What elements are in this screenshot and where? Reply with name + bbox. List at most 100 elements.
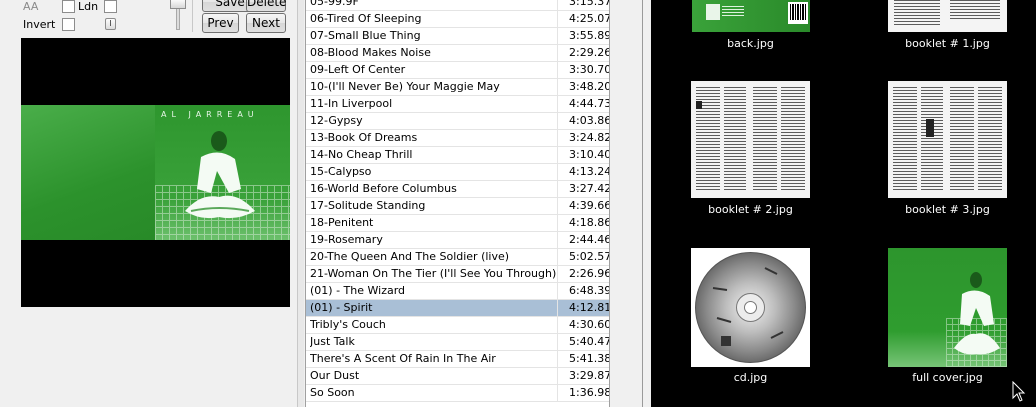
aa-checkbox[interactable]: [62, 0, 75, 13]
ldn-label: Ldn: [78, 0, 99, 13]
cover-art-title: AL JARREAU: [161, 110, 259, 119]
seated-figure-art: [185, 131, 255, 219]
track-duration: 3:10.40: [569, 148, 609, 161]
thumb-caption: cd.jpg: [733, 371, 768, 384]
cover-preview: AL JARREAU: [21, 38, 290, 307]
track-duration: 4:30.60: [569, 318, 609, 331]
track-row[interactable]: 13-Book Of Dreams 3:24.82: [306, 130, 609, 147]
track-duration: 2:26.96: [569, 267, 609, 280]
track-name: 14-No Cheap Thrill: [310, 147, 558, 163]
track-name: There's A Scent Of Rain In The Air: [310, 351, 558, 367]
aa-label: AA: [23, 0, 39, 13]
track-row[interactable]: 18-Penitent 4:18.86: [306, 215, 609, 232]
track-duration: 4:39.66: [569, 199, 609, 212]
ldn-checkbox[interactable]: [104, 0, 117, 13]
divider: [192, 0, 193, 32]
thumb-caption: full cover.jpg: [912, 371, 983, 384]
track-name: 08-Blood Makes Noise: [310, 45, 558, 61]
track-name: (01) - Spirit: [310, 300, 558, 316]
info-button[interactable]: I: [105, 18, 116, 30]
track-row[interactable]: Our Dust 3:29.87: [306, 368, 609, 385]
track-row[interactable]: 14-No Cheap Thrill 3:10.40: [306, 147, 609, 164]
track-row[interactable]: (01) - The Wizard 6:48.39: [306, 283, 609, 300]
track-row[interactable]: 17-Solitude Standing 4:39.66: [306, 198, 609, 215]
track-name: 18-Penitent: [310, 215, 558, 231]
track-duration: 2:29.26: [569, 46, 609, 59]
track-row[interactable]: 09-Left Of Center 3:30.70: [306, 62, 609, 79]
track-row[interactable]: 19-Rosemary 2:44.46: [306, 232, 609, 249]
track-duration: 3:30.70: [569, 63, 609, 76]
thumb-caption: booklet # 1.jpg: [905, 37, 990, 50]
track-row-selected[interactable]: (01) - Spirit 4:12.81: [306, 300, 609, 317]
panel-splitter[interactable]: [297, 0, 304, 407]
track-duration: 3:55.89: [569, 29, 609, 42]
track-name: Just Talk: [310, 334, 558, 350]
delete-button[interactable]: Delete: [246, 0, 286, 12]
track-name: 12-Gypsy: [310, 113, 558, 129]
invert-label: Invert: [23, 18, 56, 31]
prev-button[interactable]: Prev: [202, 13, 239, 33]
track-name: 20-The Queen And The Soldier (live): [310, 249, 558, 265]
booklet-3-image: [888, 81, 1007, 198]
track-row[interactable]: So Soon 1:36.98: [306, 385, 609, 402]
track-duration: 4:25.07: [569, 12, 609, 25]
track-name: 16-World Before Columbus: [310, 181, 558, 197]
track-row[interactable]: 15-Calypso 4:13.24: [306, 164, 609, 181]
splitter-gap: [609, 0, 651, 407]
track-duration: 4:18.86: [569, 216, 609, 229]
size-slider-thumb[interactable]: [170, 0, 186, 9]
track-duration: 3:24.82: [569, 131, 609, 144]
track-row[interactable]: 06-Tired Of Sleeping 4:25.07: [306, 11, 609, 28]
track-name: 19-Rosemary: [310, 232, 558, 248]
full-cover-image: [888, 248, 1007, 367]
track-name: 13-Book Of Dreams: [310, 130, 558, 146]
album-cover-image: AL JARREAU: [21, 105, 290, 240]
track-duration: 4:03.86: [569, 114, 609, 127]
track-duration: 3:48.20: [569, 80, 609, 93]
track-duration: 3:15.37: [569, 0, 609, 8]
track-row[interactable]: There's A Scent Of Rain In The Air 5:41.3…: [306, 351, 609, 368]
track-row[interactable]: 16-World Before Columbus 3:27.42: [306, 181, 609, 198]
thumb-caption: booklet # 2.jpg: [708, 203, 793, 216]
track-duration: 4:12.81: [569, 301, 609, 314]
track-list[interactable]: 05-99.9F 3:15.37 06-Tired Of Sleeping 4:25.…: [305, 0, 609, 407]
disc-icon: [695, 252, 806, 363]
track-row[interactable]: 07-Small Blue Thing 3:55.89: [306, 28, 609, 45]
track-name: 09-Left Of Center: [310, 62, 558, 78]
track-name: Tribly's Couch: [310, 317, 558, 333]
track-name: (01) - The Wizard: [310, 283, 558, 299]
full-cover-figure: [954, 272, 1000, 355]
track-row[interactable]: 05-99.9F 3:15.37: [306, 0, 609, 11]
track-duration: 2:44.46: [569, 233, 609, 246]
track-row[interactable]: Just Talk 5:40.47: [306, 334, 609, 351]
track-name: 07-Small Blue Thing: [310, 28, 558, 44]
track-name: 05-99.9F: [310, 0, 558, 10]
track-name: 17-Solitude Standing: [310, 198, 558, 214]
cd-image: [691, 248, 810, 367]
track-row[interactable]: 10-(I'll Never Be) Your Maggie May 3:48.2…: [306, 79, 609, 96]
booklet-2-image: [691, 81, 810, 198]
booklet-1-image: [888, 0, 1007, 32]
track-row[interactable]: Tribly's Couch 4:30.60: [306, 317, 609, 334]
track-row[interactable]: 12-Gypsy 4:03.86: [306, 113, 609, 130]
thumb-caption: booklet # 3.jpg: [905, 203, 990, 216]
track-name: 15-Calypso: [310, 164, 558, 180]
invert-checkbox[interactable]: [62, 18, 75, 31]
track-row[interactable]: 08-Blood Makes Noise 2:29.26: [306, 45, 609, 62]
mouse-cursor-icon: [1012, 381, 1026, 402]
track-duration: 4:44.73: [569, 97, 609, 110]
track-duration: 3:27.42: [569, 182, 609, 195]
thumb-caption: back.jpg: [727, 37, 774, 50]
track-row[interactable]: 20-The Queen And The Soldier (live) 5:02.…: [306, 249, 609, 266]
track-name: Our Dust: [310, 368, 558, 384]
track-duration: 1:36.98: [569, 386, 609, 399]
track-name: 21-Woman On The Tier (I'll See You Throu…: [310, 266, 558, 282]
track-duration: 5:41.38: [569, 352, 609, 365]
image-gallery[interactable]: back.jpg booklet # 1.jpg booklet # 2.jpg…: [651, 0, 1036, 407]
cover-controls-panel: AA Ldn Invert I Save Delete Prev Next AL…: [0, 0, 297, 407]
track-row[interactable]: 21-Woman On The Tier (I'll See You Throu…: [306, 266, 609, 283]
track-name: So Soon: [310, 385, 558, 401]
track-row[interactable]: 11-In Liverpool 4:44.73: [306, 96, 609, 113]
back-image: [692, 0, 810, 32]
next-button[interactable]: Next: [246, 13, 286, 33]
